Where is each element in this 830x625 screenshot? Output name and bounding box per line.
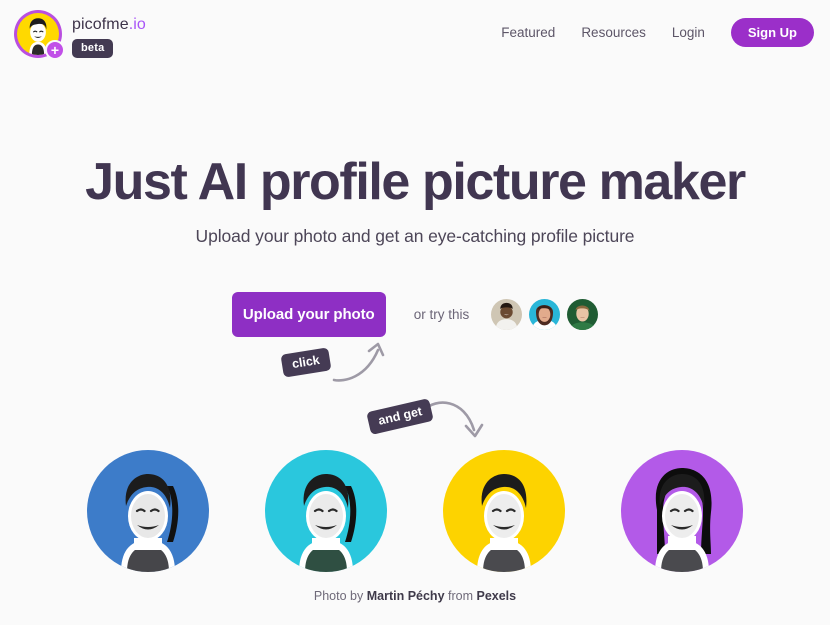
and-get-annotation-badge: and get [366,398,435,435]
result-avatar-cyan-image [299,474,357,572]
credit-middle: from [444,589,477,603]
sample-avatar-3-image [567,299,599,330]
brand-name-tld: .io [128,16,146,33]
result-avatar-yellow-image [477,474,531,572]
site-header: + picofme.io beta Featured Resources Log… [0,0,830,70]
brand-name: picofme.io [72,16,146,34]
sample-avatar-2[interactable] [529,299,561,330]
result-avatar-blue[interactable] [87,450,209,572]
sample-avatar-2-image [529,299,561,330]
plus-icon: + [45,40,65,60]
sample-avatar-1-image [491,299,523,330]
page-title: Just AI profile picture maker [85,153,746,211]
credit-author: Martin Péchy [366,589,445,603]
hero-subtitle: Upload your photo and get an eye-catchin… [195,226,635,247]
landing-page: + picofme.io beta Featured Resources Log… [0,0,830,625]
hero-section: Just AI profile picture maker Upload you… [0,153,830,247]
credit-prefix: Photo by [313,589,367,603]
signup-button[interactable]: Sign Up [730,18,814,47]
nav-link-login[interactable]: Login [672,25,705,40]
result-avatar-yellow[interactable] [443,450,565,572]
result-avatar-purple-image [655,468,712,572]
upload-photo-button[interactable]: Upload your photo [231,292,386,337]
result-avatar-purple[interactable] [621,450,743,572]
and-get-arrow-icon [422,401,484,438]
avatar-logo-icon: + [14,10,65,60]
sample-avatar-list [491,299,599,330]
sample-avatar-1[interactable] [491,299,523,330]
sample-avatar-3[interactable] [567,299,599,330]
brand-logo[interactable]: + picofme.io beta [14,10,146,60]
credit-source[interactable]: Pexels [476,589,516,603]
beta-badge: beta [72,39,114,58]
result-avatar-list [0,450,830,572]
cta-row: Upload your photo or try this [0,292,830,337]
click-annotation-badge: click [280,347,332,378]
or-try-this-label: or try this [413,307,470,322]
click-arrow-icon [332,342,385,382]
result-avatar-cyan[interactable] [265,450,387,572]
nav-link-resources[interactable]: Resources [581,25,646,40]
photo-credit: Photo by Martin Péchy from Pexels [0,589,830,603]
result-avatar-blue-image [121,474,179,572]
brand-text-block: picofme.io beta [72,10,146,58]
nav-link-featured[interactable]: Featured [501,25,555,40]
brand-name-main: picofme [72,16,129,33]
main-nav: Featured Resources Login Sign Up [501,18,814,47]
